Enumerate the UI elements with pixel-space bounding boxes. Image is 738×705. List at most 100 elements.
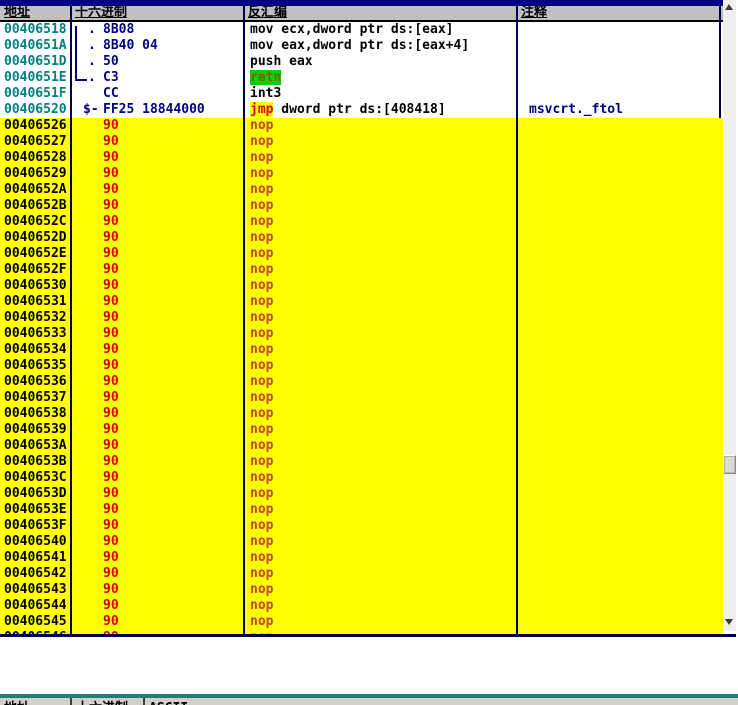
address-cell: 0040651F xyxy=(4,86,67,101)
dump-header-hex[interactable]: 十六进制 xyxy=(72,700,141,705)
disassembly-cell: nop xyxy=(250,182,274,197)
hex-bytes-cell: 90 xyxy=(103,406,119,421)
dump-header-ascii-label: ASCII xyxy=(149,701,188,705)
hex-bytes-cell: CC xyxy=(103,86,119,101)
dump-header-ascii[interactable]: ASCII xyxy=(145,700,345,705)
disassembly-cell: nop xyxy=(250,470,274,485)
disasm-row[interactable]: 00406535 90 nop xyxy=(0,358,723,374)
disassembly-cell: mov ecx,dword ptr ds:[eax] xyxy=(250,22,454,37)
disassembly-cell: mov eax,dword ptr ds:[eax+4] xyxy=(250,38,470,53)
address-cell: 00406545 xyxy=(4,614,67,629)
disasm-row[interactable]: 00406529 90 nop xyxy=(0,166,723,182)
disasm-row[interactable]: 00406533 90 nop xyxy=(0,326,723,342)
address-cell: 0040652C xyxy=(4,214,67,229)
disassembly-cell: nop xyxy=(250,518,274,533)
hex-bytes-cell: 8B08 xyxy=(103,22,135,37)
disasm-row[interactable]: 0040653B 90 nop xyxy=(0,454,723,470)
opcode-prefix: . xyxy=(88,38,96,53)
disasm-row[interactable]: 0040652F 90 nop xyxy=(0,262,723,278)
hex-bytes-cell: 90 xyxy=(103,358,119,373)
disasm-row[interactable]: 00406534 90 nop xyxy=(0,342,723,358)
disassembly-cell: nop xyxy=(250,166,274,181)
address-cell: 00406542 xyxy=(4,566,67,581)
address-cell: 00406540 xyxy=(4,534,67,549)
disasm-row[interactable]: 0040651F CC int3 xyxy=(0,86,723,102)
disasm-row[interactable]: 00406539 90 nop xyxy=(0,422,723,438)
address-cell: 00406518 xyxy=(4,22,67,37)
disasm-row[interactable]: 0040652C 90 nop xyxy=(0,214,723,230)
disassembly-cell: nop xyxy=(250,614,274,629)
column-header-disassembly[interactable]: 反汇编 xyxy=(244,6,517,20)
dump-header-address[interactable]: 地址 xyxy=(0,700,70,705)
disassembly-cell: nop xyxy=(250,134,274,149)
disasm-row[interactable]: 0040653A 90 nop xyxy=(0,438,723,454)
disasm-row[interactable]: 00406540 90 nop xyxy=(0,534,723,550)
disasm-row[interactable]: 0040651D. 50 push eax xyxy=(0,54,723,70)
hex-bytes-cell: 90 xyxy=(103,262,119,277)
address-cell: 00406534 xyxy=(4,342,67,357)
vertical-scrollbar[interactable] xyxy=(723,0,736,631)
column-header-address[interactable]: 地址 xyxy=(0,6,71,20)
disasm-row[interactable]: 00406527 90 nop xyxy=(0,134,723,150)
disasm-row[interactable]: 00406526 90 nop xyxy=(0,118,723,134)
address-cell: 0040652A xyxy=(4,182,67,197)
disasm-row[interactable]: 00406538 90 nop xyxy=(0,406,723,422)
disasm-row[interactable]: 0040653D 90 nop xyxy=(0,486,723,502)
hex-bytes-cell: 90 xyxy=(103,310,119,325)
disasm-row[interactable]: 00406530 90 nop xyxy=(0,278,723,294)
hex-bytes-cell: 90 xyxy=(103,118,119,133)
hex-bytes-cell: 90 xyxy=(103,374,119,389)
hex-bytes-cell: 90 xyxy=(103,502,119,517)
hex-bytes-cell: 90 xyxy=(103,566,119,581)
disassembly-cell: nop xyxy=(250,118,274,133)
disasm-row[interactable]: 00406528 90 nop xyxy=(0,150,723,166)
address-cell: 0040652B xyxy=(4,198,67,213)
column-divider xyxy=(243,6,245,634)
address-cell: 00406527 xyxy=(4,134,67,149)
disasm-row[interactable]: 0040652B 90 nop xyxy=(0,198,723,214)
column-header-comment[interactable]: 注释 xyxy=(517,6,723,20)
disasm-row[interactable]: 00406536 90 nop xyxy=(0,374,723,390)
disassembly-listing[interactable]: 00406518. 8B08 mov ecx,dword ptr ds:[eax] 0… xyxy=(0,22,723,634)
hex-bytes-cell: 90 xyxy=(103,182,119,197)
disasm-row[interactable]: 0040652E 90 nop xyxy=(0,246,723,262)
scroll-down-icon[interactable] xyxy=(725,619,733,625)
scrollbar-thumb[interactable] xyxy=(723,455,736,474)
disassembly-cell: nop xyxy=(250,326,274,341)
disasm-row[interactable]: 0040653F 90 nop xyxy=(0,518,723,534)
disasm-row[interactable]: 00406537 90 nop xyxy=(0,390,723,406)
disasm-row[interactable]: 0040652A 90 nop xyxy=(0,182,723,198)
disasm-row[interactable]: 0040653E 90 nop xyxy=(0,502,723,518)
disassembly-cell: nop xyxy=(250,502,274,517)
scroll-up-icon[interactable] xyxy=(725,4,733,10)
disassembly-cell: nop xyxy=(250,438,274,453)
disasm-row[interactable]: 00406541 90 nop xyxy=(0,550,723,566)
column-header-hex[interactable]: 十六进制 xyxy=(71,6,244,20)
disasm-row[interactable]: 0040651E. C3 retn xyxy=(0,70,723,86)
disassembly-cell: nop xyxy=(250,294,274,309)
disassembly-cell: nop xyxy=(250,486,274,501)
hex-bytes-cell: 8B40 04 xyxy=(103,38,158,53)
address-cell: 00406538 xyxy=(4,406,67,421)
hex-bytes-cell: 90 xyxy=(103,198,119,213)
hex-bytes-cell: C3 xyxy=(103,70,119,85)
disasm-row[interactable]: 00406543 90 nop xyxy=(0,582,723,598)
disasm-row[interactable]: 0040651A. 8B40 04 mov eax,dword ptr ds:[ea… xyxy=(0,38,723,54)
disasm-row[interactable]: 00406545 90 nop xyxy=(0,614,723,630)
disassembly-cell: retn xyxy=(250,70,282,86)
opcode-prefix: . xyxy=(88,54,96,69)
hex-bytes-cell: 90 xyxy=(103,294,119,309)
disasm-row[interactable]: 00406518. 8B08 mov ecx,dword ptr ds:[eax] xyxy=(0,22,723,38)
disasm-row[interactable]: 00406531 90 nop xyxy=(0,294,723,310)
disasm-row[interactable]: 0040653C 90 nop xyxy=(0,470,723,486)
disasm-row[interactable]: 00406544 90 nop xyxy=(0,598,723,614)
disasm-row[interactable]: 00406520 $- FF25 18844000 jmp dword ptr ds:… xyxy=(0,102,723,118)
address-cell: 0040652F xyxy=(4,262,67,277)
hex-bytes-cell: 90 xyxy=(103,278,119,293)
opcode-prefix: . xyxy=(88,70,96,85)
disasm-row[interactable]: 00406542 90 nop xyxy=(0,566,723,582)
disasm-row[interactable]: 0040652D 90 nop xyxy=(0,230,723,246)
column-divider xyxy=(143,698,145,705)
hex-bytes-cell: 90 xyxy=(103,326,119,341)
disasm-row[interactable]: 00406532 90 nop xyxy=(0,310,723,326)
